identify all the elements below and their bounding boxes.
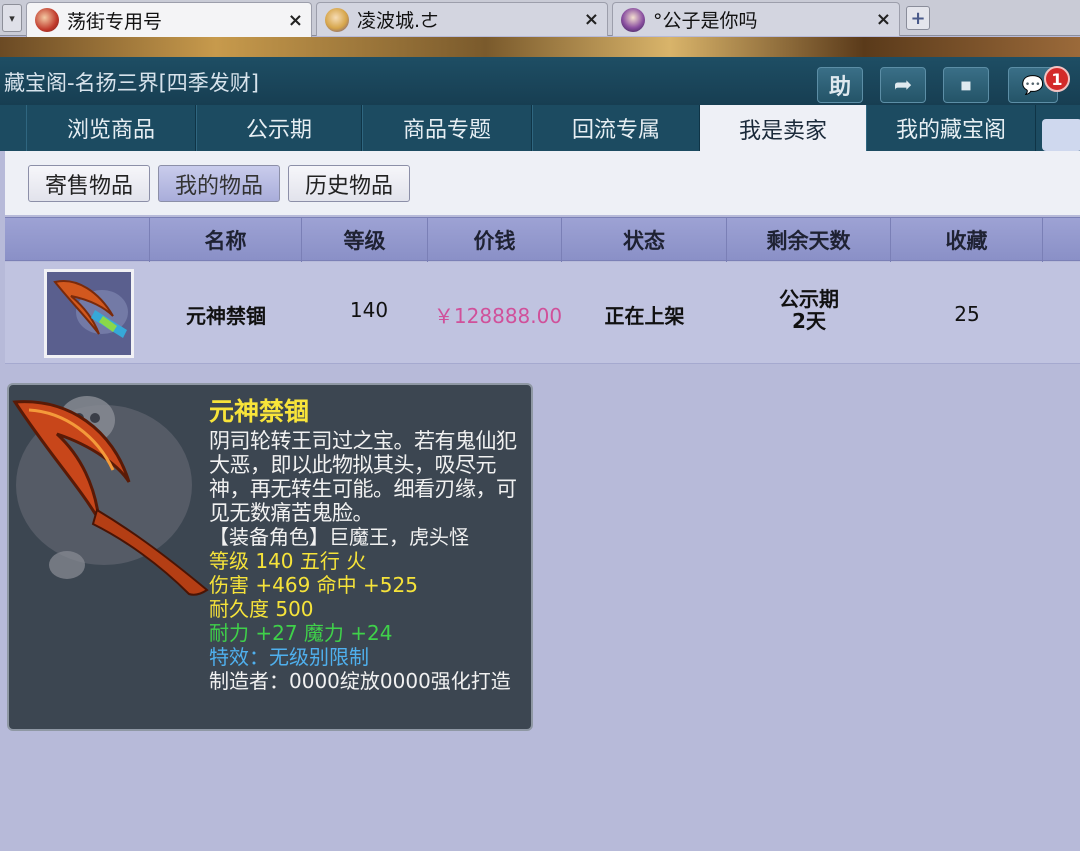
subtab-history[interactable]: 历史物品: [288, 165, 410, 202]
tooltip-durability: 耐久度 500: [209, 597, 314, 621]
close-icon[interactable]: ×: [584, 9, 599, 30]
tooltip-item-name: 元神禁锢: [209, 397, 310, 426]
share-button[interactable]: ➦: [880, 67, 926, 103]
tooltip-description: 阴司轮转王司过之宝。若有鬼仙犯大恶，即以此物拟其头，吸尽元神，再无转生可能。细看…: [209, 429, 517, 525]
tab-topics[interactable]: 商品专题: [362, 105, 532, 151]
plus-icon: +: [910, 7, 926, 29]
item-favorites: 25: [954, 302, 980, 326]
browser-tab-label: 荡街专用号: [67, 10, 163, 33]
share-icon: ➦: [893, 72, 913, 98]
table-row[interactable]: 元神禁锢 140 ￥128888.00 正在上架 公示期 2天 25: [5, 262, 1080, 364]
browser-tab-label: °公子是你吗: [653, 10, 758, 32]
chat-icon: 💬: [1021, 74, 1045, 96]
decorative-banner: [0, 37, 1080, 57]
item-remaining: 公示期 2天: [727, 288, 891, 332]
scythe-icon: [47, 272, 131, 355]
item-tooltip: 元神禁锢 阴司轮转王司过之宝。若有鬼仙犯大恶，即以此物拟其头，吸尽元神，再无转生…: [7, 383, 533, 731]
avatar: [621, 7, 645, 32]
tab-returning[interactable]: 回流专属: [532, 105, 700, 151]
stop-icon: ⏹: [961, 73, 971, 97]
item-price: ￥128888.00: [433, 304, 563, 328]
tooltip-text: 元神禁锢 阴司轮转王司过之宝。若有鬼仙犯大恶，即以此物拟其头，吸尽元神，再无转生…: [209, 397, 527, 693]
remaining-days: 2天: [792, 309, 826, 333]
help-button[interactable]: 助: [817, 67, 863, 103]
tooltip-effect: 特效：无级别限制: [209, 645, 369, 669]
window-title: 藏宝阁-名扬三界[四季发财]: [4, 71, 259, 95]
tooltip-maker: 制造者：0000绽放0000强化打造: [209, 669, 511, 693]
subtab-my-items[interactable]: 我的物品: [158, 165, 280, 202]
avatar: [325, 7, 349, 32]
column-header-name[interactable]: 名称: [150, 218, 302, 262]
stop-button[interactable]: ⏹: [943, 67, 989, 103]
item-status: 正在上架: [604, 304, 685, 328]
close-icon[interactable]: ×: [288, 10, 303, 31]
close-icon[interactable]: ×: [876, 9, 891, 30]
column-header-remaining[interactable]: 剩余天数: [727, 218, 891, 262]
column-header-blank: [5, 218, 150, 262]
column-header-status[interactable]: 状态: [562, 218, 727, 262]
column-header-level[interactable]: 等级: [302, 218, 428, 262]
item-thumbnail[interactable]: [44, 269, 134, 358]
tab-seller[interactable]: 我是卖家: [700, 105, 866, 153]
column-header-price[interactable]: 价钱: [428, 218, 562, 262]
item-level: 140: [349, 298, 389, 322]
tab-browse[interactable]: 浏览商品: [26, 105, 196, 151]
tab-dropdown-button[interactable]: ▾: [2, 4, 22, 32]
avatar: [35, 8, 59, 32]
notification-badge: 1: [1044, 66, 1070, 92]
browser-tab-3[interactable]: °公子是你吗 ×: [612, 2, 900, 36]
tooltip-equip-roles: 【装备角色】巨魔王，虎头怪: [209, 525, 469, 549]
browser-tab-2[interactable]: 凌波城.ㄜ ×: [316, 2, 608, 36]
nav-extra-button[interactable]: [1042, 119, 1080, 151]
tooltip-level: 等级 140 五行 火: [209, 549, 367, 573]
help-icon: 助: [828, 75, 851, 100]
remaining-label: 公示期: [779, 287, 839, 311]
tab-my-treasure[interactable]: 我的藏宝阁: [866, 105, 1036, 151]
scythe-icon: [12, 396, 209, 596]
new-tab-button[interactable]: +: [906, 6, 930, 30]
tooltip-stats: 耐力 +27 魔力 +24: [209, 621, 393, 645]
window-title-bar: 藏宝阁-名扬三界[四季发财] 助 ➦ ⏹ 💬: [0, 57, 1080, 105]
column-header-favorites[interactable]: 收藏: [891, 218, 1043, 262]
browser-tab-label: 凌波城.ㄜ: [357, 10, 440, 32]
sub-tab-bar: 寄售物品 我的物品 历史物品: [5, 151, 1080, 215]
subtab-consignment[interactable]: 寄售物品: [28, 165, 150, 202]
chevron-down-icon: ▾: [9, 11, 15, 25]
browser-tab-1[interactable]: 荡街专用号 ×: [26, 2, 312, 37]
browser-tab-bar: ▾ 荡街专用号 × 凌波城.ㄜ × °公子是你吗 × +: [0, 0, 1080, 37]
table-header: 名称 等级 价钱 状态 剩余天数 收藏: [5, 217, 1080, 262]
tooltip-damage: 伤害 +469 命中 +525: [209, 573, 418, 597]
item-name[interactable]: 元神禁锢: [150, 300, 302, 329]
main-nav: 浏览商品 公示期 商品专题 回流专属 我是卖家 我的藏宝阁: [0, 105, 1080, 153]
tab-public-period[interactable]: 公示期: [196, 105, 362, 151]
